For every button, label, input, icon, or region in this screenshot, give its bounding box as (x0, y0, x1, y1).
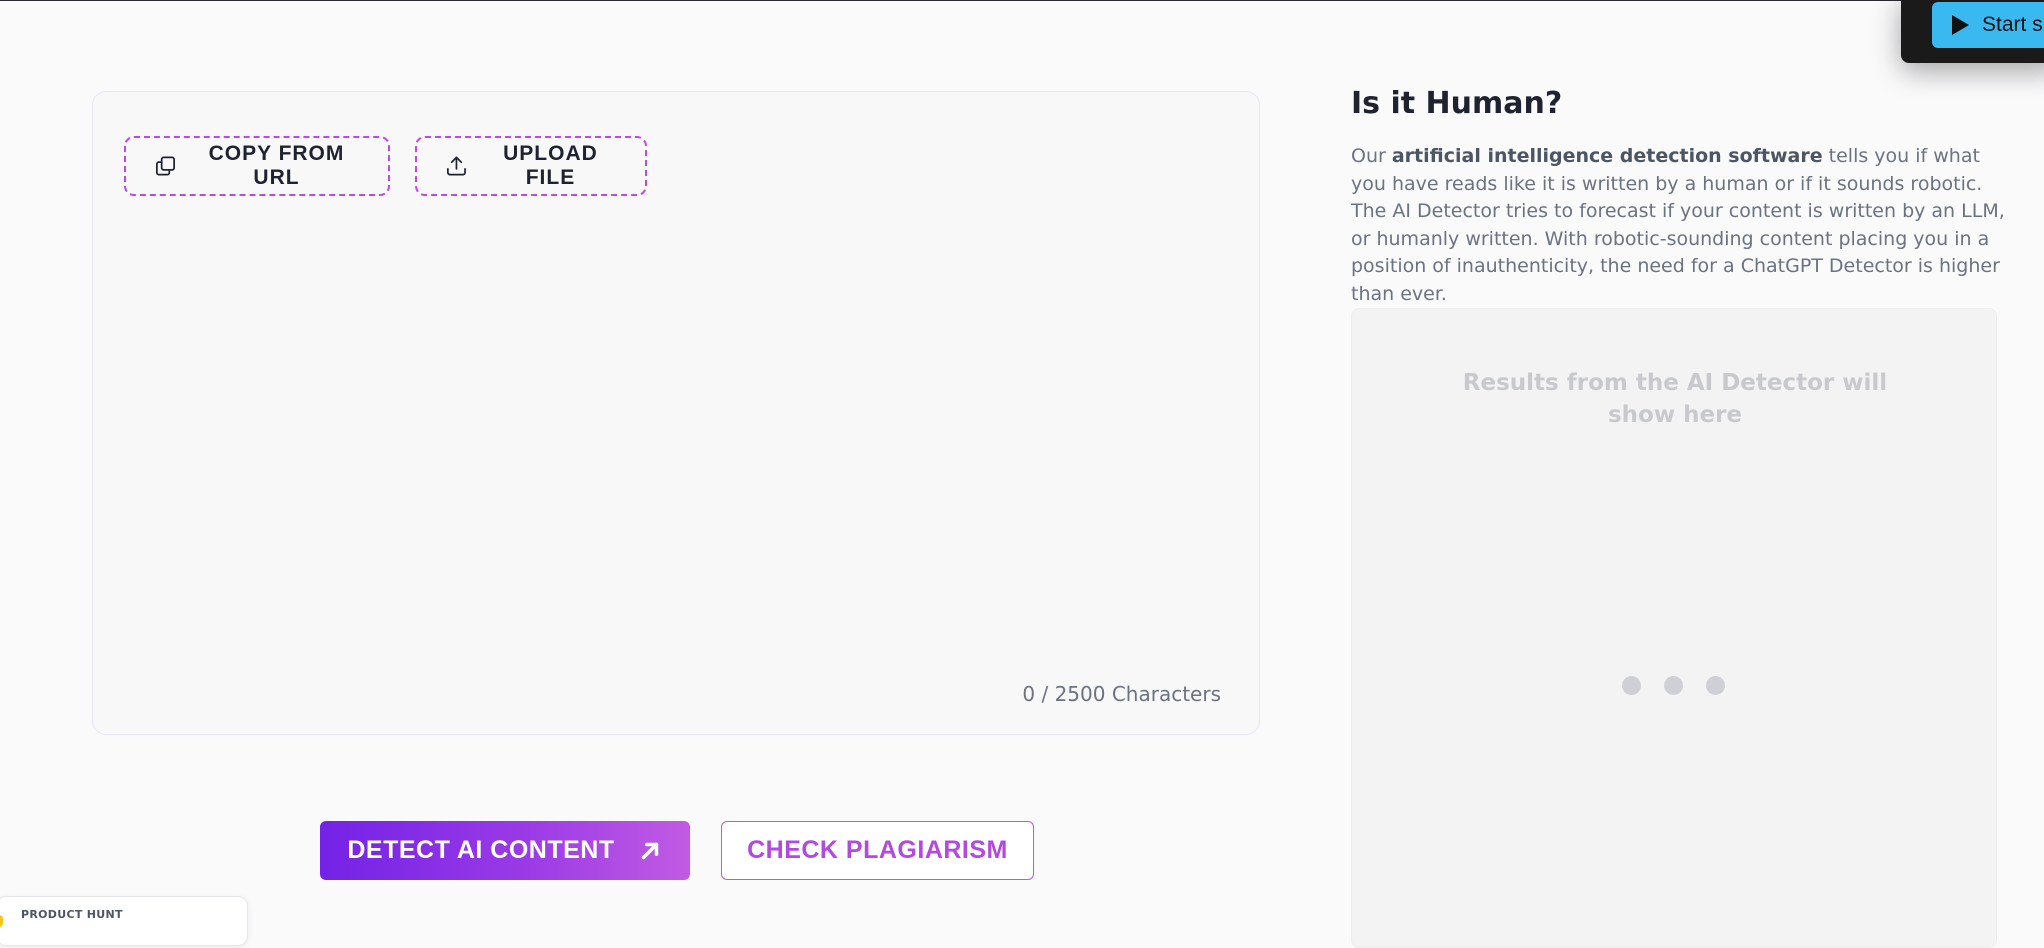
copy-from-url-button[interactable]: COPY FROM URL (124, 136, 390, 196)
description-prefix: Our (1351, 145, 1392, 167)
loading-dots (1622, 676, 1725, 695)
char-count-max: 2500 (1054, 682, 1106, 706)
results-panel: Results from the AI Detector will show h… (1351, 308, 1997, 948)
arrow-up-right-icon (641, 842, 658, 859)
product-hunt-badge[interactable]: PRODUCT HUNT (0, 896, 248, 946)
text-editor-panel[interactable]: COPY FROM URL UPLOAD FILE 0 / 2500 Chara… (92, 91, 1260, 735)
description-rest: tells you if what you have reads like it… (1351, 145, 2005, 305)
description-bold: artificial intelligence detection softwa… (1391, 145, 1823, 167)
loading-dot (1706, 676, 1725, 695)
start-button-label: Start s (1982, 13, 2043, 36)
description-text: Our artificial intelligence detection so… (1351, 143, 2011, 308)
loading-dot (1622, 676, 1641, 695)
product-hunt-label: PRODUCT HUNT (21, 908, 123, 921)
copy-from-url-label: COPY FROM URL (208, 142, 345, 189)
results-placeholder: Results from the AI Detector will show h… (1462, 370, 1888, 428)
character-counter: 0 / 2500 Characters (1022, 682, 1221, 706)
detect-ai-content-button[interactable]: DETECT AI CONTENT (320, 821, 690, 880)
top-border (0, 0, 2044, 1)
floating-widget: Start s (1901, 0, 2044, 63)
page-title: Is it Human? (1351, 86, 1563, 121)
upload-file-label: UPLOAD FILE (503, 142, 598, 189)
char-count-value: 0 (1022, 682, 1036, 706)
detect-ai-content-label: DETECT AI CONTENT (347, 836, 615, 864)
product-hunt-mark (0, 915, 3, 927)
char-count-suffix: Characters (1111, 682, 1221, 706)
loading-dot (1664, 676, 1683, 695)
play-icon (1952, 15, 1969, 35)
upload-icon (447, 156, 466, 176)
copy-icon (156, 156, 175, 176)
check-plagiarism-label: CHECK PLAGIARISM (747, 836, 1008, 864)
check-plagiarism-button[interactable]: CHECK PLAGIARISM (721, 821, 1034, 880)
start-button[interactable]: Start s (1932, 2, 2044, 48)
upload-file-button[interactable]: UPLOAD FILE (415, 136, 647, 196)
